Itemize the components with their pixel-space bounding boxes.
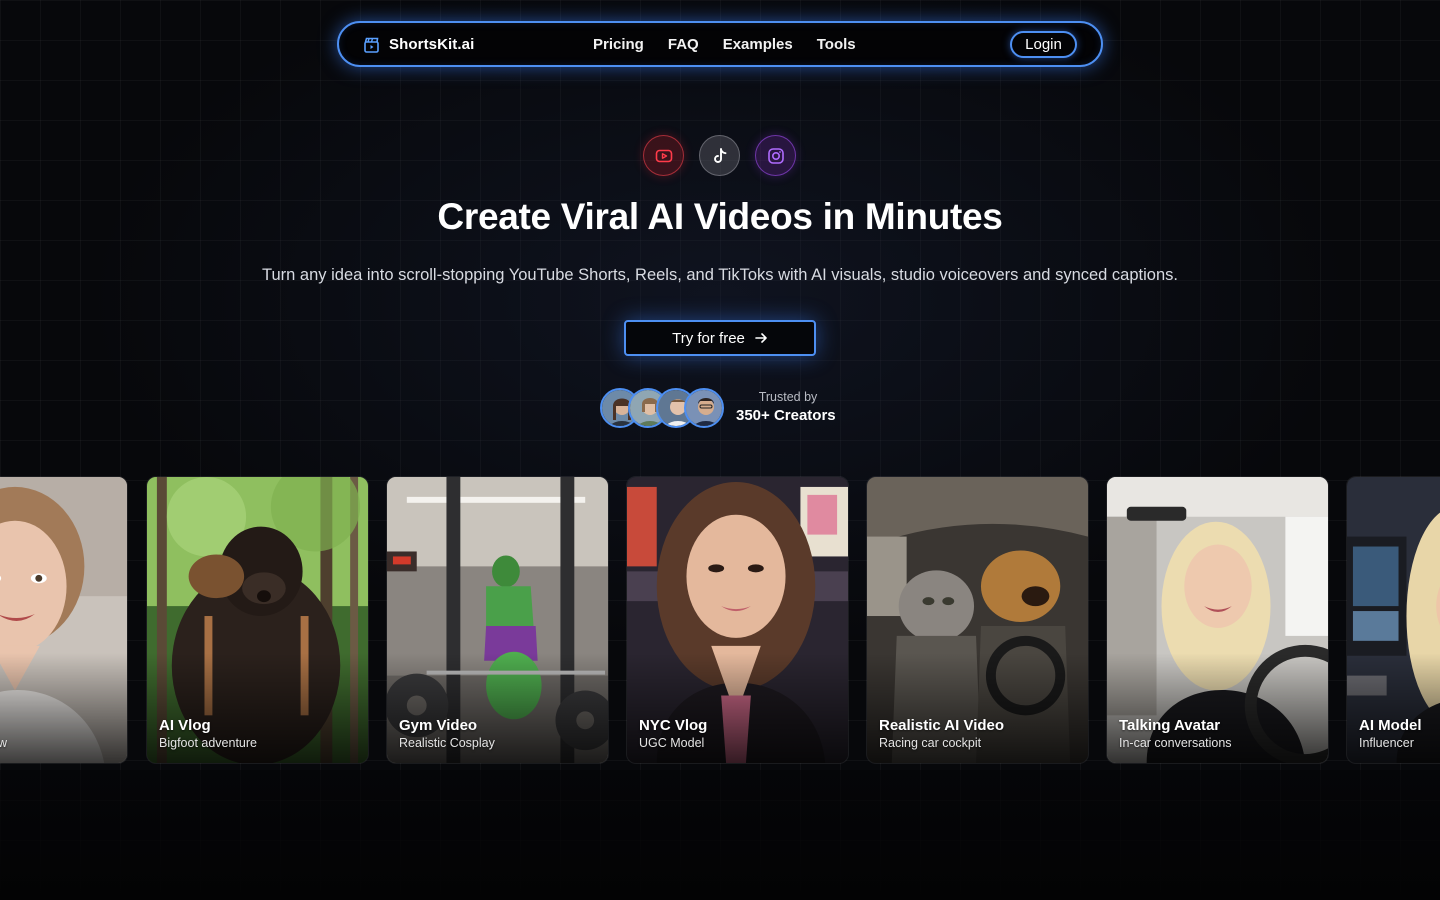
hero-subline: Turn any idea into scroll-stopping YouTu… bbox=[262, 266, 1178, 284]
card-subtitle: In-car conversations bbox=[1119, 736, 1232, 750]
hero-headline: Create Viral AI Videos in Minutes bbox=[437, 196, 1003, 237]
nav-link-examples[interactable]: Examples bbox=[723, 36, 793, 53]
card-subtitle: UGC Model bbox=[639, 736, 705, 750]
nav-link-faq[interactable]: FAQ bbox=[668, 36, 699, 53]
example-card[interactable]: Gym Video Realistic Cosplay bbox=[386, 476, 609, 764]
example-card[interactable]: Talking Avatar In-car conversations bbox=[1106, 476, 1329, 764]
example-card[interactable]: Realistic AI Video Racing car cockpit bbox=[866, 476, 1089, 764]
nav-link-pricing[interactable]: Pricing bbox=[593, 36, 644, 53]
creator-count: 350+ Creators bbox=[736, 407, 836, 424]
card-title: Talking Avatar bbox=[1119, 717, 1221, 734]
card-subtitle: Racing car cockpit bbox=[879, 736, 982, 750]
card-subtitle: Influencer bbox=[1359, 736, 1414, 750]
example-card[interactable]: AI Model Influencer bbox=[1346, 476, 1440, 764]
arrow-right-icon bbox=[755, 333, 767, 343]
example-card[interactable]: NYC Vlog UGC Model bbox=[626, 476, 849, 764]
nav-links: Pricing FAQ Examples Tools bbox=[593, 23, 856, 65]
card-subtitle: w bbox=[0, 736, 7, 750]
avatar bbox=[684, 388, 724, 428]
brand-logo[interactable]: ShortsKit.ai bbox=[363, 23, 474, 65]
card-title: AI Model bbox=[1359, 717, 1422, 734]
platform-icons bbox=[643, 135, 797, 176]
card-shade bbox=[0, 653, 127, 763]
instagram-icon bbox=[755, 135, 796, 176]
card-title: Realistic AI Video bbox=[879, 717, 1005, 734]
card-title: NYC Vlog bbox=[639, 717, 708, 734]
try-for-free-button[interactable]: Try for free bbox=[624, 320, 816, 356]
trusted-by-label: Trusted by bbox=[758, 390, 818, 404]
example-card[interactable]: w bbox=[0, 476, 128, 764]
clapperboard-icon bbox=[364, 37, 379, 53]
cta-label: Try for free bbox=[672, 329, 745, 347]
card-title: Gym Video bbox=[399, 717, 478, 734]
card-subtitle: Realistic Cosplay bbox=[399, 736, 495, 750]
youtube-icon bbox=[643, 135, 684, 176]
example-carousel: w AI Vlog Bigfoot adventure bbox=[0, 476, 1440, 764]
creator-avatars bbox=[600, 388, 724, 428]
card-subtitle: Bigfoot adventure bbox=[159, 736, 257, 750]
brand-name: ShortsKit.ai bbox=[389, 35, 475, 53]
login-button[interactable]: Login bbox=[1010, 31, 1077, 58]
tiktok-icon bbox=[699, 135, 740, 176]
nav-link-tools[interactable]: Tools bbox=[817, 36, 856, 53]
top-navbar: ShortsKit.ai Pricing FAQ Examples Tools … bbox=[337, 21, 1103, 67]
card-title: AI Vlog bbox=[159, 717, 211, 734]
example-card[interactable]: AI Vlog Bigfoot adventure bbox=[146, 476, 369, 764]
bottom-fade bbox=[0, 770, 1440, 900]
